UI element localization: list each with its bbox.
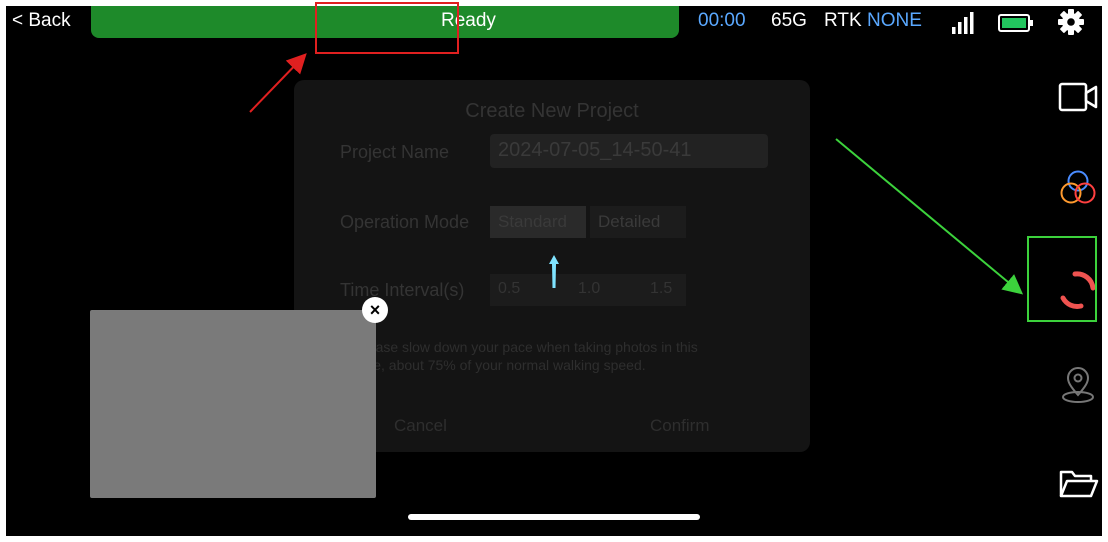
settings-gear-icon[interactable] xyxy=(1058,9,1084,35)
rtk-status: NONE xyxy=(867,10,922,31)
cancel-button[interactable]: Cancel xyxy=(394,416,447,436)
interval-option[interactable]: 1.0 xyxy=(578,280,600,298)
time-interval-selector[interactable]: 0.5 1.0 1.5 xyxy=(490,274,686,306)
rtk-label: RTK xyxy=(824,10,862,31)
location-pin-icon[interactable] xyxy=(1056,364,1100,408)
operation-mode-label: Operation Mode xyxy=(340,212,470,232)
project-name-label: Project Name xyxy=(340,142,450,162)
mode-standard-option[interactable]: Standard xyxy=(490,206,586,238)
note-line: * Please slow down your pace when taking… xyxy=(346,339,698,355)
time-interval-label: Time Interval(s) xyxy=(340,280,465,300)
cursor-marker-icon xyxy=(549,255,559,288)
annotation-box-capture xyxy=(1027,236,1097,322)
confirm-button[interactable]: Confirm xyxy=(650,416,710,436)
video-camera-icon[interactable] xyxy=(1056,76,1100,120)
recording-timer: 00:00 xyxy=(698,10,746,31)
close-icon[interactable]: × xyxy=(362,297,388,323)
interval-option[interactable]: 1.5 xyxy=(650,280,672,298)
folder-icon[interactable] xyxy=(1056,462,1100,506)
note-line: mode, about 75% of your normal walking s… xyxy=(346,357,646,373)
project-name-input[interactable]: 2024-07-05_14-50-41 xyxy=(490,134,768,168)
signal-strength-icon xyxy=(952,12,974,34)
back-button[interactable]: < Back xyxy=(12,10,71,32)
color-filter-icon[interactable] xyxy=(1056,166,1100,210)
dialog-note: * Please slow down your pace when taking… xyxy=(346,338,786,374)
storage-remaining: 65G xyxy=(771,10,807,31)
app-screen: Ready < Back 00:00 65G RTK NONE Create N… xyxy=(6,6,1102,536)
battery-icon xyxy=(998,14,1033,32)
home-indicator[interactable] xyxy=(408,514,700,520)
annotation-box-status xyxy=(315,2,459,54)
interval-option[interactable]: 0.5 xyxy=(498,280,520,298)
dialog-title: Create New Project xyxy=(465,100,639,122)
mode-detailed-option[interactable]: Detailed xyxy=(590,206,686,238)
camera-preview-window[interactable] xyxy=(90,310,376,498)
